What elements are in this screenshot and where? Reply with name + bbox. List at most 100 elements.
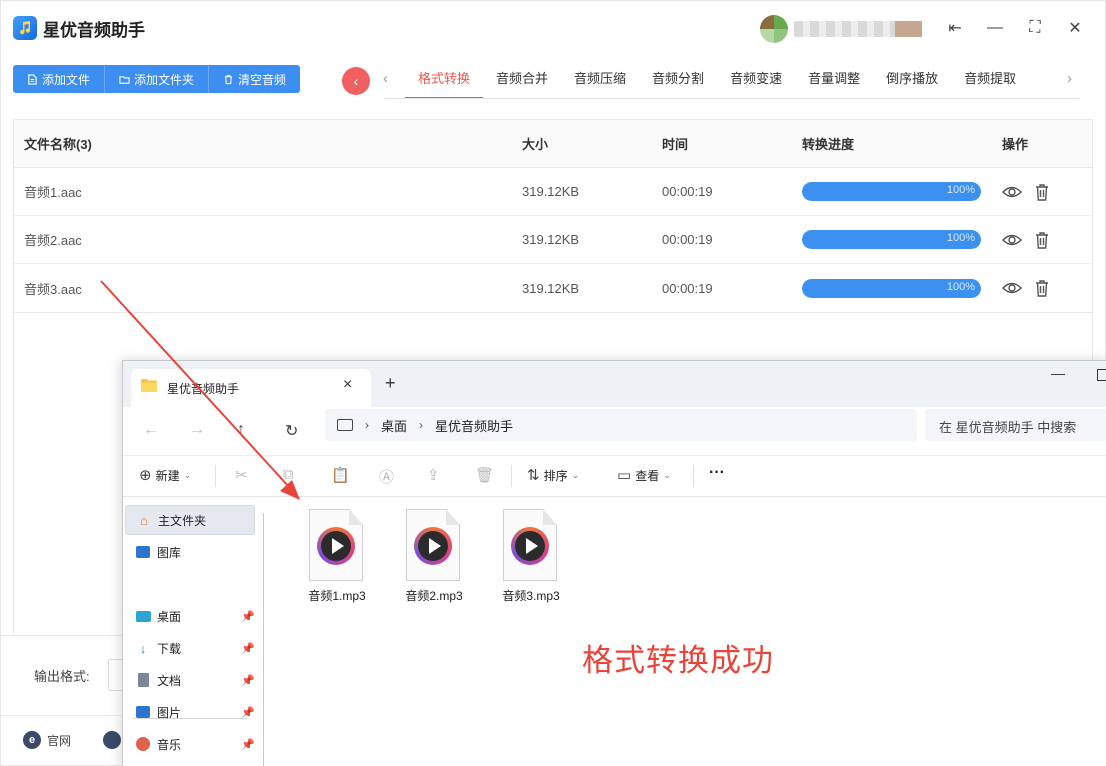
tab-8[interactable]: 音频提取 bbox=[951, 61, 1029, 99]
table-header: 文件名称(3) 大小 时间 转换进度 操作 bbox=[14, 120, 1092, 168]
preview-eye-icon[interactable] bbox=[1002, 231, 1022, 249]
download-icon: ↓ bbox=[139, 640, 147, 656]
file-duration: 00:00:19 bbox=[662, 232, 713, 247]
tabs-next-icon[interactable]: › bbox=[1067, 70, 1072, 87]
close-button[interactable]: ✕ bbox=[1061, 15, 1089, 41]
sidebar-item-music[interactable]: 音乐 📌 bbox=[125, 729, 255, 759]
back-icon[interactable]: ← bbox=[143, 421, 159, 439]
chevron-down-icon: ⌄ bbox=[663, 469, 671, 480]
preview-eye-icon[interactable] bbox=[1002, 279, 1022, 297]
explorer-maximize-button[interactable] bbox=[1097, 369, 1106, 381]
pin-icon[interactable]: 📌 bbox=[241, 642, 255, 655]
tabs-prev-icon[interactable]: ‹ bbox=[383, 70, 388, 87]
tab-7[interactable]: 倒序播放 bbox=[873, 61, 951, 99]
forward-icon[interactable]: → bbox=[189, 421, 205, 439]
delete-trash-icon[interactable] bbox=[1032, 279, 1052, 297]
command-bar: ⊕ 新建 ⌄ ✂ ⧉ 📋 Ⓐ ⇪ 🗑 ⇅ 排序 ⌄ ▭ 查看 ⌄ ··· bbox=[123, 455, 1106, 497]
share-button[interactable]: ⇪ bbox=[427, 466, 440, 484]
sidebar-item-home[interactable]: ⌂ 主文件夹 bbox=[125, 505, 255, 535]
file-explorer-window: 星优音频助手 × + — ← → ↑ ↻ › 桌面 › 星优音频助手 在 星优音… bbox=[122, 360, 1106, 766]
add-folder-button[interactable]: 添加文件夹 bbox=[105, 65, 210, 93]
file-item[interactable]: 音频3.mp3 bbox=[491, 509, 571, 604]
sidebar-item-label: 主文件夹 bbox=[158, 513, 207, 528]
new-button[interactable]: ⊕ 新建 ⌄ bbox=[139, 466, 191, 484]
add-folder-label: 添加文件夹 bbox=[134, 72, 195, 87]
chat-icon[interactable] bbox=[103, 731, 121, 749]
clear-audio-button[interactable]: 清空音频 bbox=[209, 65, 301, 93]
view-button[interactable]: ▭ 查看 ⌄ bbox=[617, 466, 671, 484]
tab-2[interactable]: 音频合并 bbox=[483, 61, 561, 99]
up-icon[interactable]: ↑ bbox=[237, 421, 245, 439]
file-item[interactable]: 音频2.mp3 bbox=[394, 509, 474, 604]
explorer-tab[interactable]: 星优音频助手 × bbox=[131, 369, 371, 407]
more-button[interactable]: ··· bbox=[709, 464, 725, 482]
delete-button[interactable]: 🗑 bbox=[475, 466, 494, 484]
table-row[interactable]: 音频2.aac 319.12KB 00:00:19 100% bbox=[14, 216, 1092, 264]
ops-cell bbox=[1002, 183, 1082, 201]
breadcrumb-desktop[interactable]: 桌面 bbox=[381, 416, 407, 435]
new-tab-button[interactable]: + bbox=[385, 373, 396, 394]
minimize-button[interactable]: — bbox=[981, 15, 1009, 41]
sidebar-item-pictures[interactable]: 图片 📌 bbox=[125, 697, 255, 727]
clear-audio-label: 清空音频 bbox=[238, 72, 287, 87]
tab-6[interactable]: 音量调整 bbox=[795, 61, 873, 99]
sidebar-item-desktop[interactable]: 桌面 📌 bbox=[125, 601, 255, 631]
add-file-button[interactable]: 添加文件 bbox=[13, 65, 106, 93]
sidebar-item-gallery[interactable]: 图库 bbox=[125, 537, 255, 567]
search-input[interactable]: 在 星优音频助手 中搜索 bbox=[925, 409, 1106, 441]
maximize-button[interactable]: ⛶ bbox=[1021, 15, 1049, 41]
sidebar-item-label: 桌面 bbox=[157, 609, 182, 624]
progress-cell: 100% bbox=[802, 230, 1002, 249]
pin-icon[interactable]: ⇤ bbox=[941, 15, 969, 41]
sidebar-scrollbar[interactable] bbox=[263, 513, 264, 766]
pin-icon[interactable]: 📌 bbox=[241, 706, 255, 719]
preview-eye-icon[interactable] bbox=[1002, 183, 1022, 201]
collapse-sidebar-button[interactable]: ‹ bbox=[342, 67, 370, 95]
output-format-label: 输出格式: bbox=[34, 669, 90, 684]
trash-icon bbox=[224, 74, 233, 84]
table-row[interactable]: 音频1.aac 319.12KB 00:00:19 100% bbox=[14, 168, 1092, 216]
paste-button[interactable]: 📋 bbox=[331, 466, 350, 484]
close-tab-icon[interactable]: × bbox=[343, 376, 352, 394]
command-separator bbox=[693, 465, 694, 487]
sidebar-item-download[interactable]: ↓ 下载 📌 bbox=[125, 633, 255, 663]
header-size: 大小 bbox=[522, 137, 549, 152]
tab-3[interactable]: 音频压缩 bbox=[561, 61, 639, 99]
tab-4[interactable]: 音频分割 bbox=[639, 61, 717, 99]
delete-trash-icon[interactable] bbox=[1032, 231, 1052, 249]
add-file-label: 添加文件 bbox=[42, 72, 91, 87]
pin-icon[interactable]: 📌 bbox=[241, 738, 255, 751]
sidebar-item-document[interactable]: 文档 📌 bbox=[125, 665, 255, 695]
success-annotation: 格式转换成功 bbox=[582, 643, 774, 678]
sidebar-item-label: 下载 bbox=[157, 641, 182, 656]
table-row[interactable]: 音频3.aac 319.12KB 00:00:19 100% bbox=[14, 264, 1092, 312]
home-icon: ⌂ bbox=[140, 512, 148, 528]
address-bar[interactable]: › 桌面 › 星优音频助手 bbox=[325, 409, 917, 441]
user-avatar[interactable] bbox=[760, 15, 788, 43]
pin-icon[interactable]: 📌 bbox=[241, 610, 255, 623]
file-icon bbox=[28, 73, 37, 85]
chevron-down-icon: ⌄ bbox=[183, 469, 192, 480]
breadcrumb-folder[interactable]: 星优音频助手 bbox=[435, 416, 513, 435]
file-name: 音频1.mp3 bbox=[308, 589, 366, 603]
website-link[interactable]: e 官网 bbox=[23, 731, 71, 749]
rename-button[interactable]: Ⓐ bbox=[379, 466, 394, 487]
pin-icon[interactable]: 📌 bbox=[241, 674, 255, 687]
delete-trash-icon[interactable] bbox=[1032, 183, 1052, 201]
folder-icon bbox=[119, 75, 130, 84]
tab-1[interactable]: 格式转换 bbox=[405, 61, 484, 99]
sort-button[interactable]: ⇅ 排序 ⌄ bbox=[527, 466, 579, 484]
refresh-icon[interactable]: ↻ bbox=[285, 421, 298, 441]
audio-file-icon bbox=[503, 509, 559, 581]
command-separator bbox=[511, 465, 512, 487]
explorer-minimize-button[interactable]: — bbox=[1051, 365, 1065, 381]
play-icon bbox=[525, 538, 538, 554]
cut-button[interactable]: ✂ bbox=[235, 466, 248, 484]
tab-5[interactable]: 音频变速 bbox=[717, 61, 795, 99]
ops-cell bbox=[1002, 279, 1082, 297]
sidebar-item-label: 音乐 bbox=[157, 737, 182, 752]
copy-button[interactable]: ⧉ bbox=[283, 466, 294, 483]
file-item[interactable]: 音频1.mp3 bbox=[297, 509, 377, 604]
folder-icon bbox=[141, 379, 157, 392]
file-list-area: 音频1.mp3 音频2.mp3 音频3.mp3 bbox=[271, 497, 1106, 766]
